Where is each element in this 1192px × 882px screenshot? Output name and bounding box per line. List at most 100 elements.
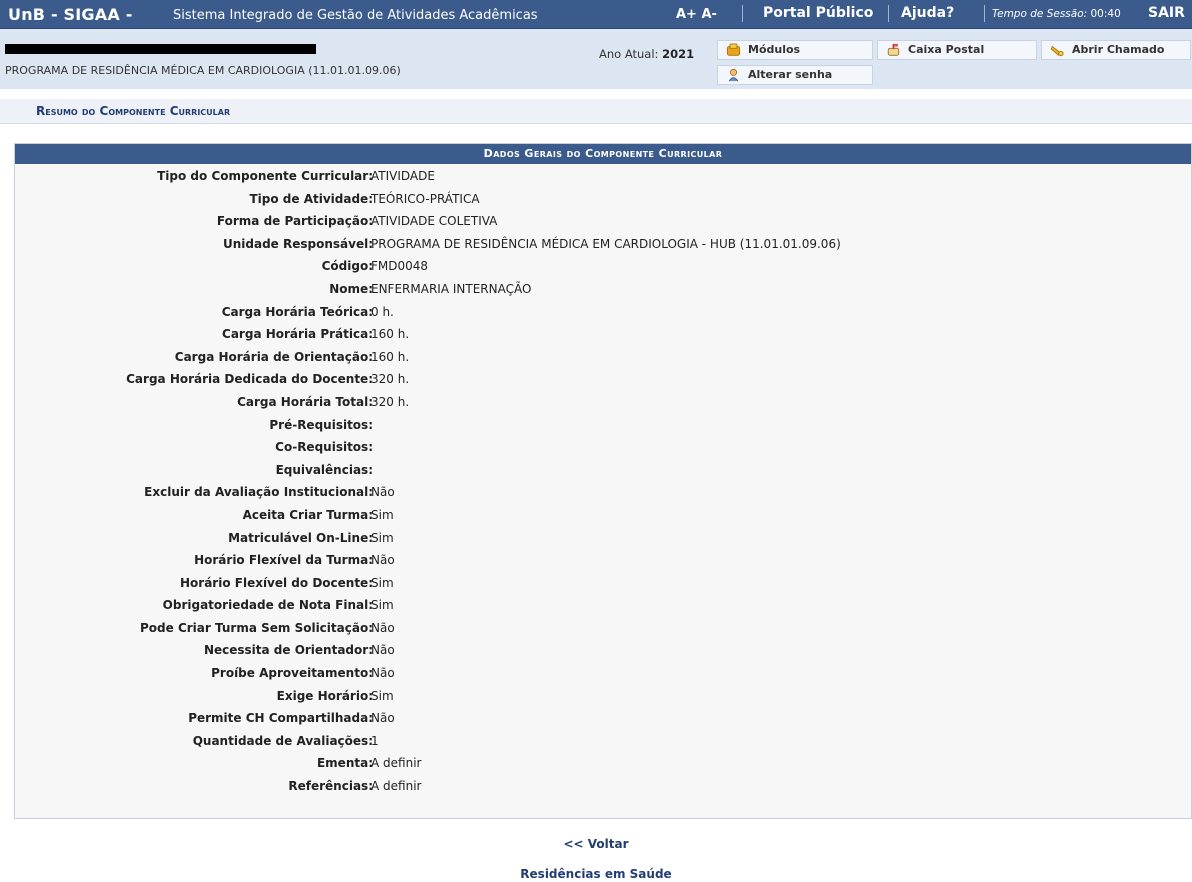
detail-row: Pode Criar Turma Sem Solicitação: Não (15, 617, 1191, 640)
detail-row: Equivalências: (15, 459, 1191, 482)
detail-value: TEÓRICO-PRÁTICA (371, 191, 480, 206)
detail-value: FMD0048 (371, 259, 429, 274)
mailbox-icon (887, 43, 900, 56)
current-year: Ano Atual: 2021 (599, 47, 694, 61)
detail-label: Tipo do Componente Curricular: (157, 169, 373, 183)
breadcrumb: Resumo do Componente Curricular (0, 99, 1192, 124)
detail-value: A definir (371, 779, 422, 794)
page-title: Resumo do Componente Curricular (36, 104, 231, 118)
detail-label: Unidade Responsável: (222, 236, 373, 251)
user-info-bar: PROGRAMA DE RESIDÊNCIA MÉDICA EM CARDIOL… (0, 29, 1192, 89)
detail-row: Pré-Requisitos: (15, 414, 1191, 437)
detail-row: Carga Horária de Orientação: 160 h. (15, 346, 1191, 369)
detail-row: Código: FMD0048 (15, 255, 1191, 278)
detail-value: Sim (371, 688, 394, 703)
detail-row: Quantidade de Avaliações: 1 (15, 730, 1191, 753)
detail-value: Não (371, 553, 395, 568)
detail-row: Tipo de Atividade: TEÓRICO-PRÁTICA (15, 188, 1191, 211)
detail-value: Sim (371, 530, 394, 545)
detail-value: PROGRAMA DE RESIDÊNCIA MÉDICA EM CARDIOL… (371, 236, 841, 251)
user-unit: PROGRAMA DE RESIDÊNCIA MÉDICA EM CARDIOL… (5, 64, 401, 77)
detail-label: Carga Horária Dedicada do Docente: (126, 372, 373, 387)
caixa-postal-button[interactable]: Caixa Postal (877, 40, 1037, 60)
font-size-controls[interactable]: A+ A- (676, 7, 717, 22)
abrir-chamado-button[interactable]: Abrir Chamado (1041, 40, 1191, 60)
system-description: Sistema Integrado de Gestão de Atividade… (173, 8, 538, 23)
portal-publico-link[interactable]: Portal Público (763, 5, 873, 21)
caixa-postal-label: Caixa Postal (908, 43, 985, 56)
detail-row: Carga Horária Total: 320 h. (15, 391, 1191, 414)
redacted-user-name (5, 44, 316, 54)
detail-value: Não (371, 643, 395, 658)
detail-label: Equivalências: (275, 462, 373, 477)
detail-label: Carga Horária Teórica: (221, 304, 373, 319)
system-name[interactable]: UnB - SIGAA - (8, 5, 133, 24)
detail-row: Obrigatoriedade de Nota Final: Sim (15, 594, 1191, 617)
detail-row: Co-Requisitos: (15, 436, 1191, 459)
modules-icon (726, 43, 741, 56)
detail-row: Ementa: A definir (15, 752, 1191, 775)
detail-label: Aceita Criar Turma: (242, 507, 373, 522)
detail-label: Forma de Participação: (216, 214, 373, 229)
modulos-label: Módulos (748, 43, 801, 56)
detail-label: Matriculável On-Line: (228, 530, 373, 545)
detail-row: Unidade Responsável: PROGRAMA DE RESIDÊNC… (15, 233, 1191, 256)
divider (984, 5, 985, 22)
detail-label: Obrigatoriedade de Nota Final: (162, 598, 373, 613)
detail-row: Excluir da Avaliação Institucional: Não (15, 481, 1191, 504)
detail-value: Sim (371, 598, 394, 613)
detail-label: Permite CH Compartilhada: (188, 711, 373, 726)
detail-row: Permite CH Compartilhada: Não (15, 707, 1191, 730)
detail-value: ATIVIDADE (371, 169, 435, 183)
detail-label: Quantidade de Avaliações: (192, 733, 373, 748)
detail-row: Aceita Criar Turma: Sim (15, 504, 1191, 527)
back-link[interactable]: << Voltar (0, 837, 1192, 851)
top-bar: UnB - SIGAA - Sistema Integrado de Gestã… (0, 0, 1192, 29)
detail-row: Horário Flexível do Docente: Sim (15, 572, 1191, 595)
detail-label: Pré-Requisitos: (269, 417, 373, 432)
detail-row: Necessita de Orientador: Não (15, 639, 1191, 662)
detail-label: Nome: (329, 281, 373, 296)
session-label: Tempo de Sessão: (992, 8, 1091, 20)
detail-row: Carga Horária Dedicada do Docente: 320 h. (15, 368, 1191, 391)
detail-row: Tipo do Componente Curricular: ATIVIDADE (15, 165, 1191, 188)
alterar-senha-button[interactable]: Alterar senha (717, 65, 873, 85)
detail-value: Não (371, 666, 395, 681)
logout-link[interactable]: SAIR (1148, 5, 1185, 21)
divider (888, 5, 889, 22)
detail-value: 320 h. (371, 394, 410, 409)
detail-row: Proíbe Aproveitamento: Não (15, 662, 1191, 685)
detail-label: Proíbe Aproveitamento: (211, 666, 373, 681)
detail-value: A definir (371, 756, 422, 771)
detail-label: Exige Horário: (276, 688, 373, 703)
detail-value: 160 h. (371, 349, 410, 364)
detail-label: Excluir da Avaliação Institucional: (144, 485, 373, 500)
detail-label: Necessita de Orientador: (203, 643, 373, 658)
detail-value: Não (371, 711, 395, 726)
detail-value: ATIVIDADE COLETIVA (371, 214, 498, 229)
modulos-button[interactable]: Módulos (717, 40, 873, 60)
detail-value: Não (371, 620, 395, 635)
detail-row: Horário Flexível da Turma: Não (15, 549, 1191, 572)
detail-label: Pode Criar Turma Sem Solicitação: (140, 620, 373, 635)
detail-label: Ementa: (316, 756, 373, 771)
help-link[interactable]: Ajuda? (901, 5, 954, 21)
component-summary-panel: Dados Gerais do Componente Curricular Ti… (14, 143, 1192, 819)
residencias-link[interactable]: Residências em Saúde (0, 867, 1192, 881)
detail-row: Referências: A definir (15, 775, 1191, 798)
detail-value: 1 (371, 733, 379, 748)
detail-label: Carga Horária Total: (237, 394, 373, 409)
detail-value: Sim (371, 507, 394, 522)
detail-value: 320 h. (371, 372, 410, 387)
detail-list: Tipo do Componente Curricular: ATIVIDADE T… (15, 165, 1191, 798)
detail-row: Nome: ENFERMARIA INTERNAÇÃO (15, 278, 1191, 301)
detail-row: Matriculável On-Line: Sim (15, 527, 1191, 550)
detail-row: Forma de Participação: ATIVIDADE COLETIVA (15, 210, 1191, 233)
detail-label: Referências: (288, 779, 373, 794)
detail-label: Carga Horária Prática: (222, 327, 373, 342)
detail-value: ENFERMARIA INTERNAÇÃO (371, 281, 532, 296)
detail-value: Sim (371, 575, 394, 590)
session-time: 00:40 (1090, 8, 1121, 20)
detail-row: Carga Horária Teórica: 0 h. (15, 301, 1191, 324)
alterar-senha-label: Alterar senha (748, 68, 833, 81)
